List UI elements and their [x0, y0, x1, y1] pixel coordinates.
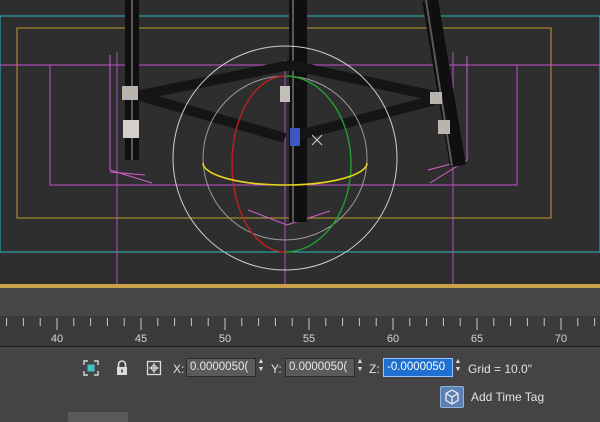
- viewport-scene: [0, 0, 600, 288]
- tick-label: 40: [50, 333, 64, 345]
- y-coordinate-field[interactable]: 0.0000050(: [285, 358, 355, 377]
- timeline-ruler[interactable]: [0, 316, 600, 347]
- time-tag-cube-icon: [445, 389, 459, 405]
- selection-bracket-icon[interactable]: [82, 359, 100, 377]
- absolute-mode-transform-icon[interactable]: [145, 359, 163, 377]
- tick-label: 45: [134, 333, 148, 345]
- y-axis-label: Y:: [271, 362, 282, 376]
- add-time-tag-label[interactable]: Add Time Tag: [471, 390, 544, 404]
- x-coordinate-field[interactable]: 0.0000050(: [186, 358, 256, 377]
- x-axis-label: X:: [173, 362, 185, 376]
- viewport[interactable]: [0, 0, 600, 288]
- padlock-icon[interactable]: [113, 359, 131, 377]
- y-spinner[interactable]: ▲ ▼: [355, 358, 365, 377]
- tick-label: 60: [386, 333, 400, 345]
- add-time-tag-button[interactable]: [440, 386, 464, 408]
- bottom-panel-tab[interactable]: [68, 412, 128, 422]
- tick-label: 65: [470, 333, 484, 345]
- safe-frame-orange: [16, 27, 552, 219]
- tick-label: 70: [554, 333, 568, 345]
- trackbar-area: [0, 288, 600, 316]
- x-spinner[interactable]: ▲ ▼: [256, 358, 266, 377]
- z-axis-label: Z:: [369, 362, 380, 376]
- z-coordinate-field[interactable]: -0.0000050: [383, 358, 453, 377]
- tick-label: 50: [218, 333, 232, 345]
- tick-label: 55: [302, 333, 316, 345]
- timeline-ticks: [6, 318, 596, 330]
- z-spinner[interactable]: ▲ ▼: [453, 358, 463, 377]
- grid-size-label: Grid = 10.0": [468, 362, 532, 376]
